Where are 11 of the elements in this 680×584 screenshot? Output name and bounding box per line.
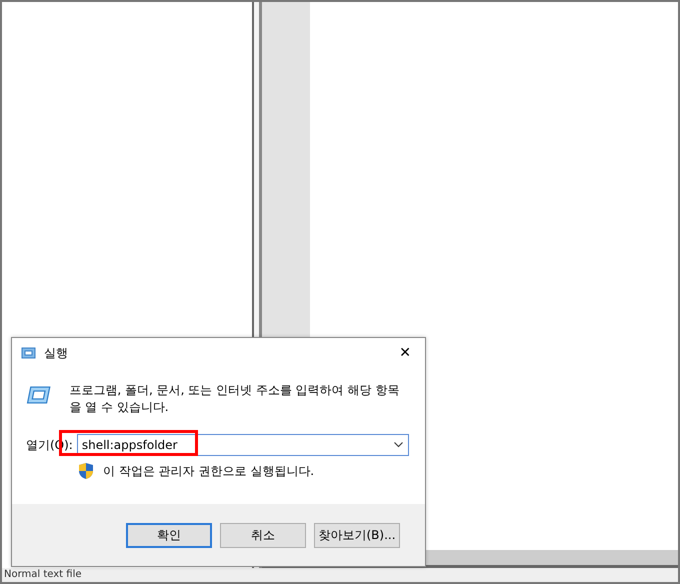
description-text: 프로그램, 폴더, 문서, 또는 인터넷 주소를 입력하여 해당 항목을 열 수 있습니다. <box>69 382 400 416</box>
dialog-button[interactable]: 찾아보기(B)... <box>314 522 400 548</box>
dropdown-caret-icon <box>394 442 403 448</box>
status-text: Normal text file <box>4 569 82 580</box>
dialog-button[interactable]: 확인 <box>126 522 212 548</box>
shield-icon <box>78 462 94 480</box>
dialog-button[interactable]: 취소 <box>220 522 306 548</box>
admin-note: 이 작업은 관리자 권한으로 실행됩니다. <box>103 462 314 480</box>
run-icon <box>20 347 36 359</box>
dialog-title: 실행 <box>44 344 69 362</box>
close-button[interactable]: ✕ <box>393 345 417 361</box>
